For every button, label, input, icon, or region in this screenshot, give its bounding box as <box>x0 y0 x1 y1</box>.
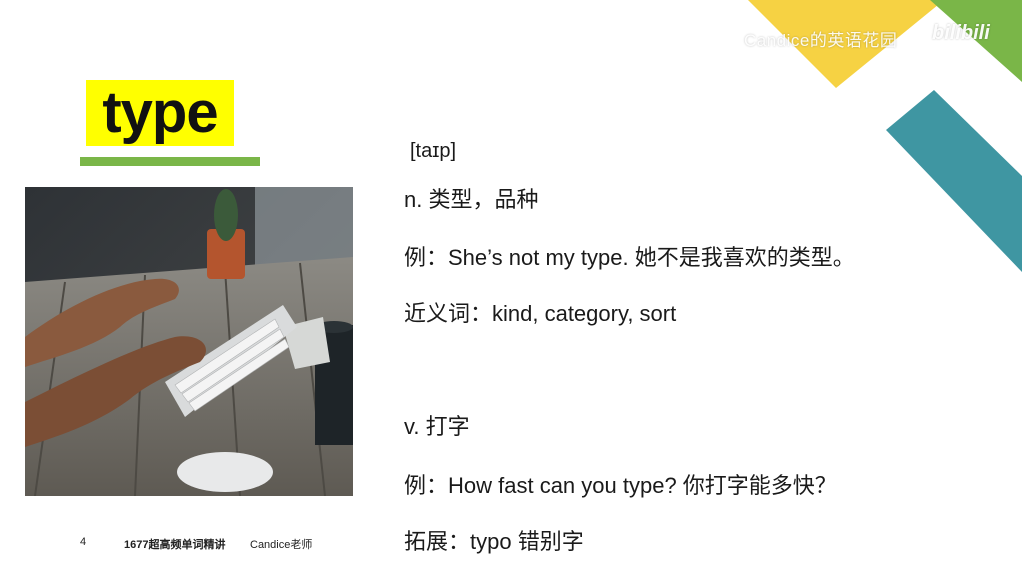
verb-meaning: v. 打字 <box>404 414 470 439</box>
course-name: 1677超高频单词精讲 <box>124 539 226 551</box>
title-highlight: type <box>86 80 234 146</box>
title-underline <box>80 157 260 166</box>
teal-band-shape <box>886 90 1022 272</box>
synonyms: 近义词：kind, category, sort <box>404 301 677 326</box>
page-number: 4 <box>80 536 87 548</box>
typing-on-keyboard-photo-icon <box>25 187 353 496</box>
phonetic-transcription: [taɪp] <box>410 140 457 162</box>
noun-meaning: n. 类型，品种 <box>404 187 539 212</box>
word-title: type <box>102 80 218 145</box>
typing-photo <box>25 187 353 496</box>
verb-example: 例：How fast can you type? 你打字能多快？ <box>404 473 837 498</box>
channel-watermark: Candice的英语花园 <box>744 31 898 50</box>
extension: 拓展：typo 错别字 <box>404 529 584 554</box>
teacher-name: Candice老师 <box>250 539 313 551</box>
noun-example: 例：She’s not my type. 她不是我喜欢的类型。 <box>404 245 855 270</box>
bilibili-logo: bilibili <box>932 22 990 44</box>
slide: Candice的英语花园 bilibili type [taɪp] n. 类型，… <box>0 0 1022 575</box>
